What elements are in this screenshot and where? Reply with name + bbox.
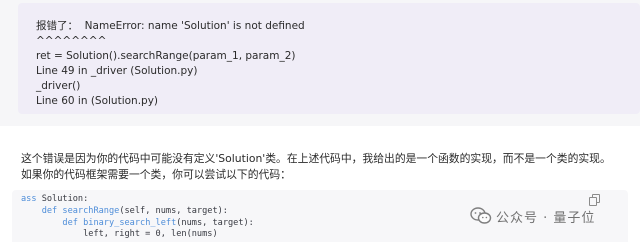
code-keyword: ass (21, 194, 37, 204)
assistant-reply-text: 这个错误是因为你的代码中可能没有定义'Solution'类。在上述代码中，我给出… (21, 151, 621, 183)
code-text: Solution: (36, 194, 89, 204)
reply-line-1: 这个错误是因为你的代码中可能没有定义'Solution'类。在上述代码中，我给出… (21, 152, 611, 165)
user-line-5: _driver() (36, 80, 81, 92)
user-line-3: ret = Solution().searchRange(param_1, pa… (36, 50, 296, 62)
user-line-1: 报错了： NameError: name 'Solution' is not d… (36, 20, 305, 32)
code-function-name: binary_search_left (77, 217, 177, 228)
code-text: (self, nums, target): (119, 205, 228, 216)
code-text: (nums, target): (176, 217, 254, 228)
watermark: 公众号 · 量子位 (470, 204, 595, 228)
user-line-4: Line 49 in _driver (Solution.py) (36, 65, 198, 77)
code-keyword: def (41, 205, 58, 216)
message-gap (0, 114, 640, 126)
watermark-text: 公众号 · 量子位 (496, 210, 596, 226)
reply-line-2: 如果你的代码框架需要一个类，你可以尝试以下的代码： (21, 168, 291, 181)
code-keyword: def (62, 217, 78, 228)
code-function-name: searchRange (57, 205, 120, 216)
user-line-6: Line 60 in (Solution.py) (36, 95, 159, 107)
assistant-message: 这个错误是因为你的代码中可能没有定义'Solution'类。在上述代码中，我给出… (0, 126, 640, 242)
user-message-text: 报错了： NameError: name 'Solution' is not d… (36, 19, 596, 109)
wechat-official-account-icon (470, 207, 492, 225)
user-line-2: ^^^^^^^^ (36, 35, 107, 47)
code-content: ass Solution: def searchRange(self, nums… (21, 194, 254, 241)
user-message-bubble: 报错了： NameError: name 'Solution' is not d… (18, 3, 640, 114)
code-text: left, right = 0, len(nums) (83, 229, 218, 240)
